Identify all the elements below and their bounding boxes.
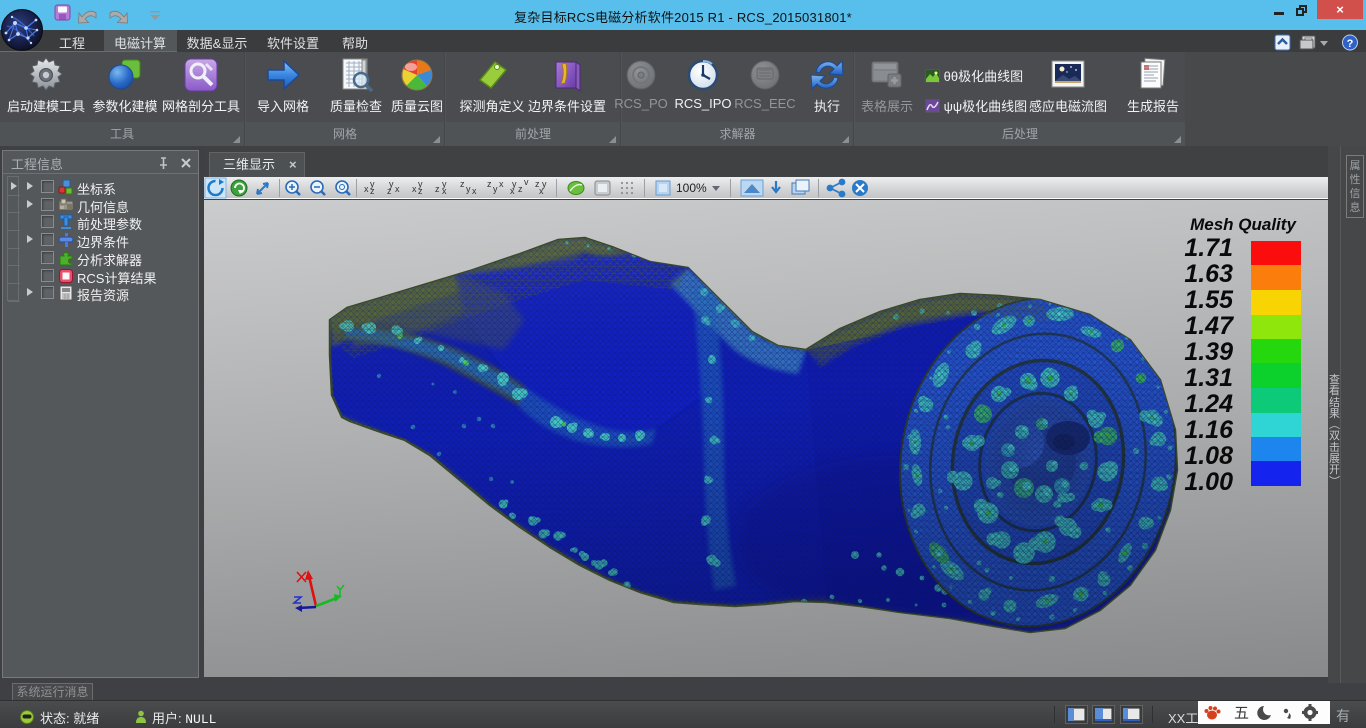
svg-text:x: x bbox=[472, 186, 477, 196]
svg-text:z: z bbox=[370, 186, 375, 196]
svg-text:z: z bbox=[518, 184, 523, 194]
svg-text:x: x bbox=[539, 186, 544, 196]
svg-text:z: z bbox=[435, 184, 440, 194]
svg-text:x: x bbox=[442, 186, 447, 196]
svg-text:z: z bbox=[418, 186, 423, 196]
svg-text:z: z bbox=[387, 186, 392, 196]
svg-text:五: 五 bbox=[1234, 703, 1249, 722]
svg-text:x: x bbox=[395, 184, 400, 194]
svg-text:x: x bbox=[364, 184, 369, 194]
svg-text:y: y bbox=[466, 184, 471, 194]
svg-text:100%: 100% bbox=[676, 181, 707, 195]
svg-text:x: x bbox=[499, 179, 504, 189]
svg-text:z: z bbox=[460, 179, 465, 189]
svg-text:x: x bbox=[510, 186, 515, 196]
svg-text:z: z bbox=[487, 179, 492, 189]
svg-text:v: v bbox=[524, 177, 529, 187]
svg-text:x: x bbox=[412, 184, 417, 194]
svg-text:y: y bbox=[493, 184, 498, 194]
svg-text:?: ? bbox=[1347, 38, 1354, 50]
